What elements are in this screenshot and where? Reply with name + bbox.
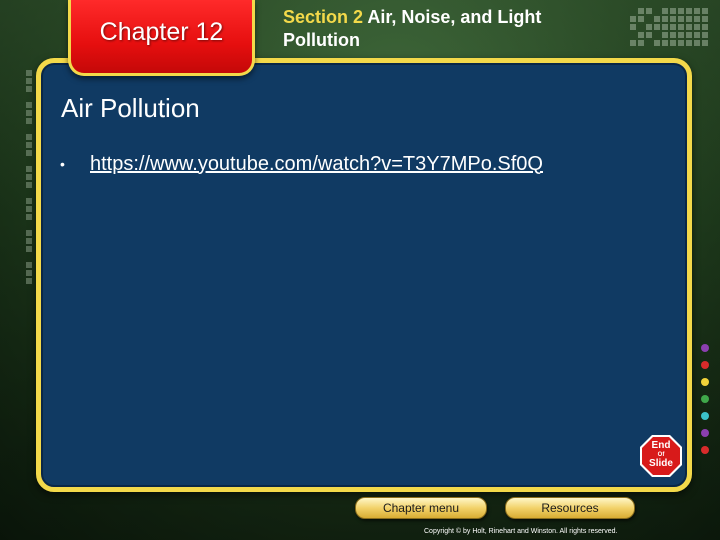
- decorative-pixel: [694, 24, 700, 30]
- end-sign-line1: End: [651, 440, 671, 451]
- decorative-pixel: [638, 16, 644, 22]
- decorative-pixel: [26, 174, 32, 180]
- decorative-pixel: [26, 166, 32, 172]
- chapter-tab: Chapter 12: [68, 0, 255, 76]
- decorative-pixel: [646, 32, 652, 38]
- decorative-pixel: [26, 118, 32, 124]
- decorative-pixel: [678, 8, 684, 14]
- decorative-pixel: [678, 40, 684, 46]
- decorative-pixel: [686, 8, 692, 14]
- copyright-text: Copyright © by Holt, Rinehart and Winsto…: [424, 528, 618, 535]
- end-of-slide-button[interactable]: End Of Slide: [639, 434, 683, 478]
- purple-dot-icon: [701, 429, 709, 437]
- decorative-pixel: [638, 40, 644, 46]
- decorative-pixel: [702, 40, 708, 46]
- decorative-pixel: [654, 24, 660, 30]
- decorative-pixel: [694, 40, 700, 46]
- bullet-dot-icon: •: [60, 156, 65, 172]
- decorative-pixel: [678, 32, 684, 38]
- decorative-pixel: [26, 262, 32, 268]
- decorative-pixel: [26, 206, 32, 212]
- bullet-item: • https://www.youtube.com/watch?v=T3Y7MP…: [60, 151, 543, 177]
- decorative-pixel: [638, 32, 644, 38]
- decorative-pixel: [678, 16, 684, 22]
- end-sign-line3: Slide: [649, 458, 673, 469]
- decorative-pixel: [26, 238, 32, 244]
- decorative-pixel-grid: [630, 8, 712, 48]
- decorative-pixel: [26, 142, 32, 148]
- chapter-menu-button[interactable]: Chapter menu: [355, 497, 487, 519]
- decorative-pixel: [638, 8, 644, 14]
- decorative-pixel: [646, 8, 652, 14]
- green-dot-icon: [701, 395, 709, 403]
- decorative-pixel: [670, 32, 676, 38]
- decorative-pixel: [26, 110, 32, 116]
- decorative-pixel: [26, 134, 32, 140]
- decorative-pixel: [26, 150, 32, 156]
- decorative-pixel: [630, 40, 636, 46]
- decorative-pixel: [662, 32, 668, 38]
- decorative-pixel: [26, 270, 32, 276]
- decorative-pixel: [670, 16, 676, 22]
- decorative-pixel: [26, 230, 32, 236]
- decorative-pixel: [670, 40, 676, 46]
- section-header: Section 2 Air, Noise, and Light Pollutio…: [283, 6, 613, 52]
- decorative-pixel: [26, 246, 32, 252]
- decorative-pixel: [694, 16, 700, 22]
- decorative-pixel: [26, 198, 32, 204]
- decorative-pixel: [694, 32, 700, 38]
- decorative-pixel: [702, 32, 708, 38]
- decorative-pixel: [662, 16, 668, 22]
- red-dot-icon: [701, 361, 709, 369]
- section-number: Section 2: [283, 7, 364, 27]
- decorative-pixel: [686, 32, 692, 38]
- purple-dot-icon: [701, 344, 709, 352]
- decorative-pixel: [646, 24, 652, 30]
- decorative-pixel: [26, 102, 32, 108]
- decorative-pixel: [630, 24, 636, 30]
- decorative-pixel: [26, 86, 32, 92]
- decorative-pixel: [662, 8, 668, 14]
- decorative-pixel: [662, 24, 668, 30]
- red-dot-icon: [701, 446, 709, 454]
- decorative-pixel: [670, 8, 676, 14]
- decorative-pixel: [654, 16, 660, 22]
- decorative-pixel: [702, 24, 708, 30]
- decorative-pixel: [694, 8, 700, 14]
- decorative-pixel: [702, 16, 708, 22]
- decorative-pixel: [678, 24, 684, 30]
- yellow-dot-icon: [701, 378, 709, 386]
- decorative-pixel: [26, 214, 32, 220]
- decorative-pixel: [26, 78, 32, 84]
- chapter-label: Chapter 12: [99, 18, 224, 46]
- slide-title: Air Pollution: [61, 93, 200, 123]
- cyan-dot-icon: [701, 412, 709, 420]
- resources-button[interactable]: Resources: [505, 497, 635, 519]
- decorative-pixel: [686, 16, 692, 22]
- decorative-pixel: [670, 24, 676, 30]
- decorative-pixel: [686, 24, 692, 30]
- decorative-pixel: [630, 16, 636, 22]
- decorative-pixel: [26, 278, 32, 284]
- decorative-pixel: [662, 40, 668, 46]
- decorative-pixel: [686, 40, 692, 46]
- decorative-pixel: [654, 40, 660, 46]
- youtube-link[interactable]: https://www.youtube.com/watch?v=T3Y7MPo.…: [90, 153, 543, 176]
- decorative-pixel: [702, 8, 708, 14]
- decorative-pixel: [26, 182, 32, 188]
- decorative-color-dots: [700, 344, 712, 454]
- decorative-pixel: [26, 70, 32, 76]
- decorative-left-dots: [24, 70, 34, 310]
